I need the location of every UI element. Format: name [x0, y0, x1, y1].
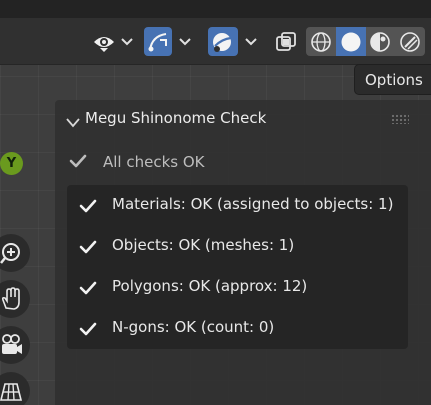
checks-list: Materials: OK (assigned to objects: 1) O…: [67, 185, 408, 349]
megu-check-panel: Megu Shinonome Check All checks OK Mater…: [55, 100, 431, 405]
list-item: Objects: OK (meshes: 1): [67, 226, 408, 267]
rendered-shading-icon[interactable]: [395, 27, 425, 56]
summary-text: All checks OK: [103, 153, 205, 171]
viewport-header: [0, 18, 431, 65]
wireframe-shading-icon[interactable]: [306, 27, 336, 56]
check-label: Materials: OK (assigned to objects: 1): [112, 195, 394, 213]
gizmo-curve-icon[interactable]: [144, 27, 172, 56]
checkmark-icon: [79, 239, 97, 258]
axis-y-icon[interactable]: Y: [0, 152, 23, 175]
checkmark-icon: [79, 321, 97, 340]
solid-shading-icon[interactable]: [335, 27, 366, 56]
chevron-down-icon[interactable]: [66, 113, 80, 132]
summary-row: All checks OK: [69, 150, 205, 174]
check-label: Objects: OK (meshes: 1): [112, 236, 295, 254]
material-shading-icon[interactable]: [366, 27, 396, 56]
list-item: Polygons: OK (approx: 12): [67, 267, 408, 308]
list-item: N-gons: OK (count: 0): [67, 308, 408, 349]
list-item: Materials: OK (assigned to objects: 1): [67, 185, 408, 226]
check-label: Polygons: OK (approx: 12): [112, 277, 308, 295]
visibility-eye-icon[interactable]: [90, 27, 118, 56]
overlay-sphere-icon[interactable]: [208, 27, 238, 56]
shading-mode-group: [306, 27, 425, 56]
checkmark-icon: [79, 280, 97, 299]
xray-toggle-icon[interactable]: [272, 27, 300, 56]
panel-title: Megu Shinonome Check: [85, 109, 267, 127]
dropdown-chevron-icon[interactable]: [117, 27, 137, 56]
panel-header[interactable]: Megu Shinonome Check: [55, 100, 431, 138]
drag-grip-icon[interactable]: [391, 114, 409, 124]
check-label: N-gons: OK (count: 0): [112, 318, 275, 336]
checkmark-icon: [69, 153, 87, 172]
options-button[interactable]: Options: [354, 64, 431, 95]
checkmark-icon: [79, 198, 97, 217]
top-strip: [0, 0, 431, 18]
dropdown-chevron-icon[interactable]: [241, 27, 261, 56]
dropdown-chevron-icon[interactable]: [175, 27, 195, 56]
